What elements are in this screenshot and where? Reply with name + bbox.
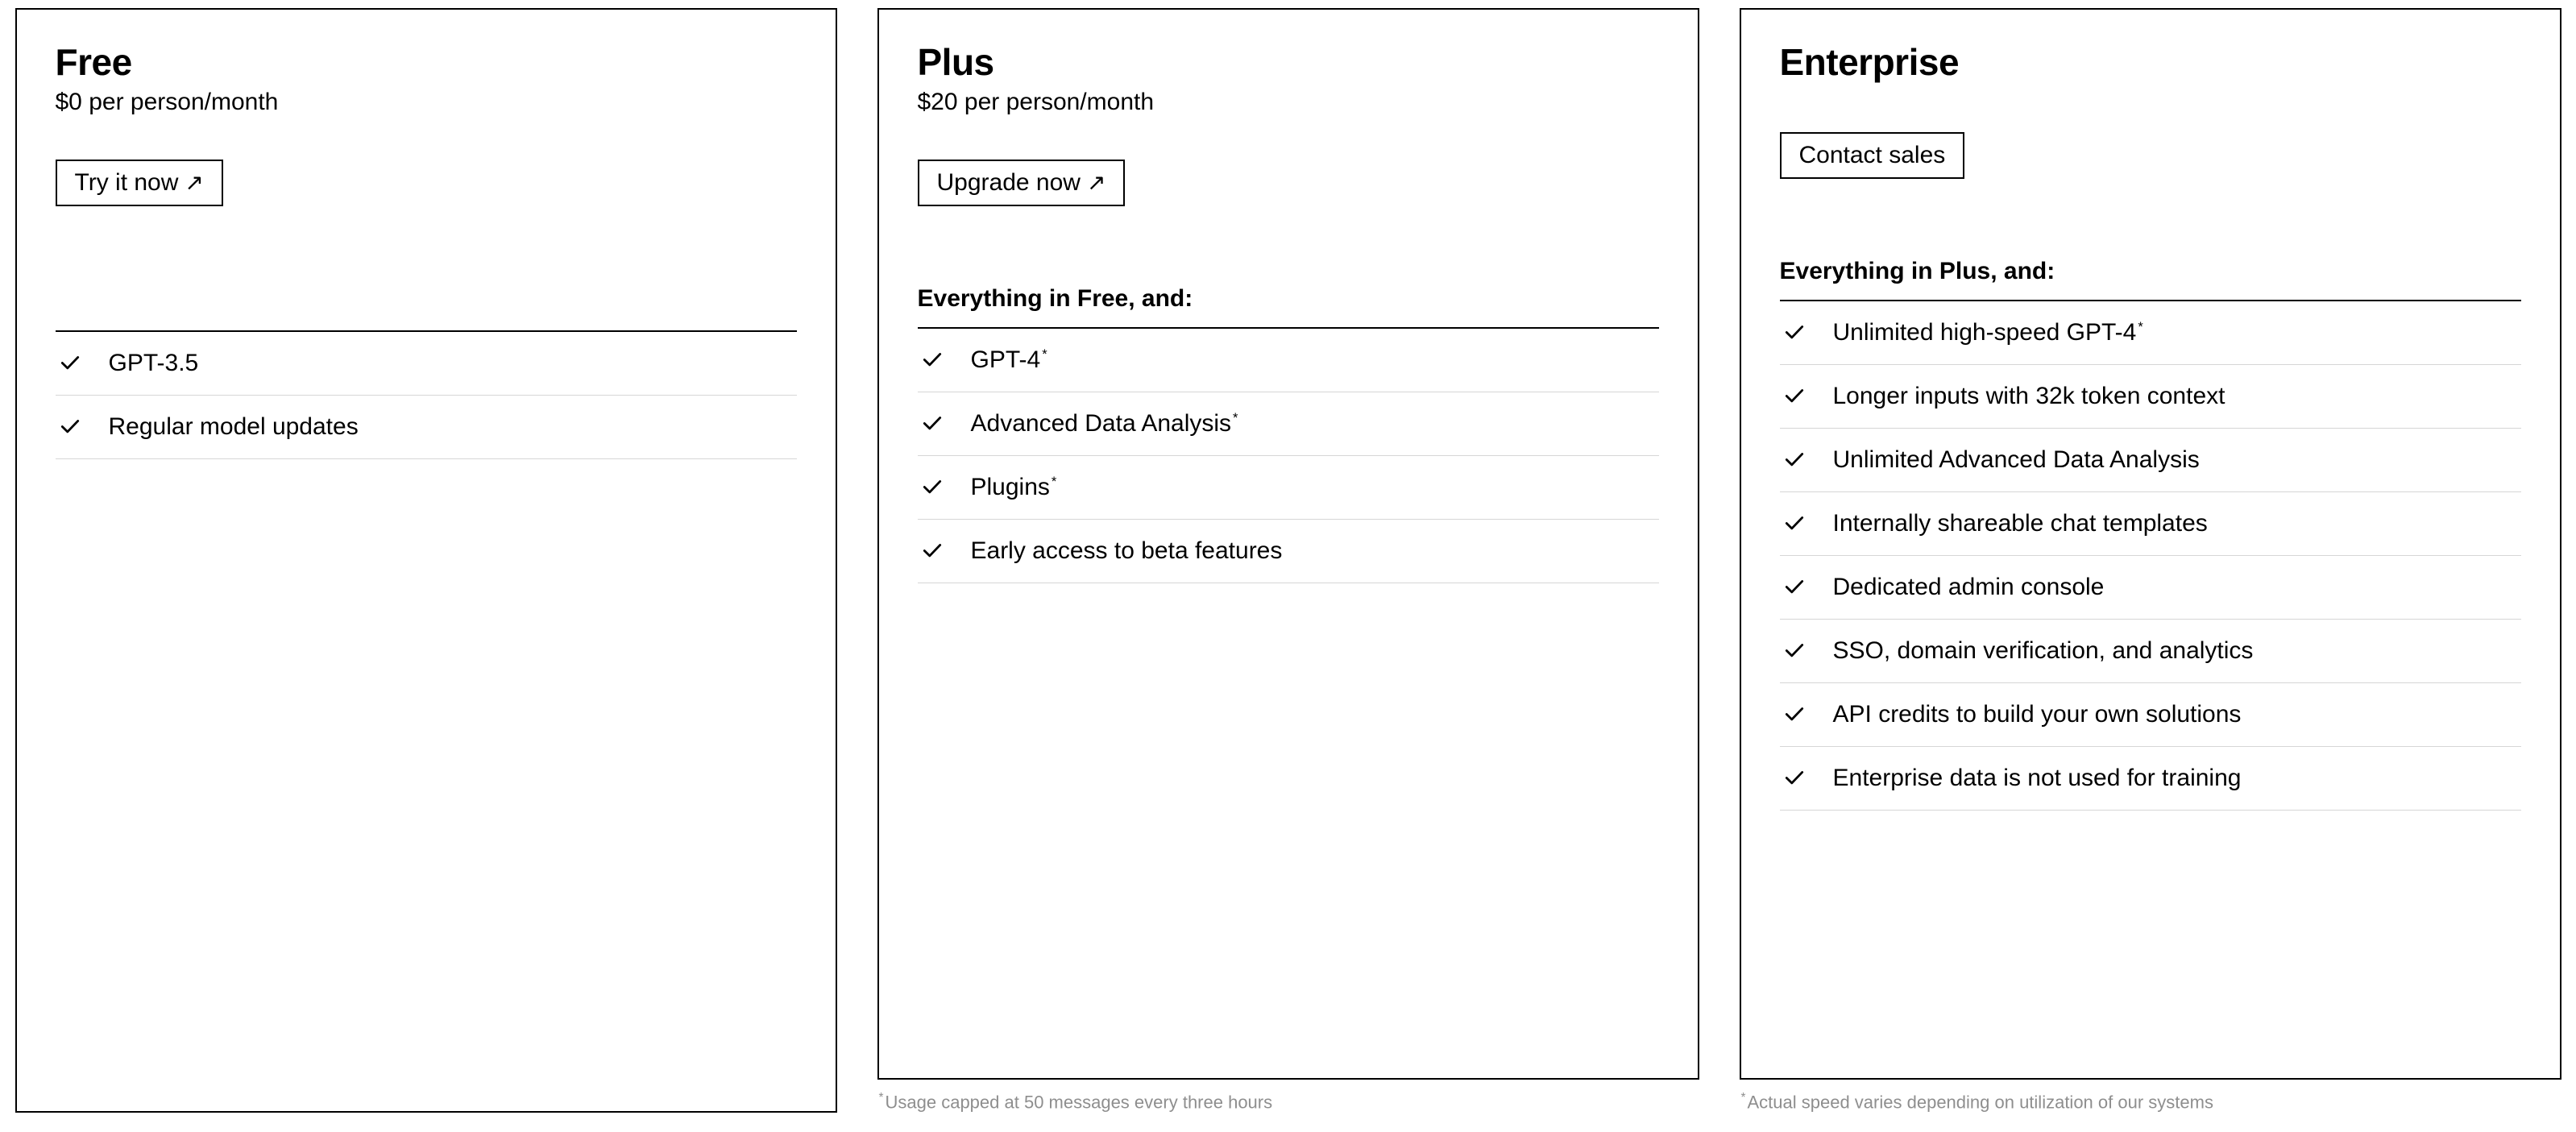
feature-text: Dedicated admin console <box>1833 574 2105 601</box>
feature-item: API credits to build your own solutions <box>1780 683 2521 747</box>
plan-card: Plus $20 per person/month Upgrade now ↗ Ever… <box>877 8 1699 1080</box>
feature-list: Unlimited high-speed GPT-4* Longer inputs… <box>1780 301 2521 811</box>
check-icon <box>59 416 81 438</box>
plan-card: Free $0 per person/month Try it now ↗ GPT-3.… <box>15 8 837 1113</box>
asterisk-icon: * <box>2138 320 2143 334</box>
check-icon <box>921 413 944 435</box>
plan-cta-button[interactable]: Upgrade now ↗ <box>918 160 1126 206</box>
plan-cta-label: Try it now <box>75 169 179 197</box>
feature-text: Advanced Data Analysis* <box>971 410 1238 437</box>
check-icon <box>1783 703 1806 726</box>
check-icon <box>921 540 944 562</box>
check-icon <box>1783 449 1806 471</box>
feature-text: SSO, domain verification, and analytics <box>1833 637 2254 665</box>
feature-item: Advanced Data Analysis* <box>918 392 1659 456</box>
footnote-text: Actual speed varies depending on utiliza… <box>1748 1092 2213 1112</box>
plan-title: Free <box>56 40 797 84</box>
feature-text: API credits to build your own solutions <box>1833 701 2242 728</box>
plan-cta-button[interactable]: Contact sales <box>1780 132 1965 179</box>
features-header: Everything in Plus, and: <box>1780 258 2521 301</box>
features-header-spacer <box>56 285 797 332</box>
plan-column-plus: Plus $20 per person/month Upgrade now ↗ Ever… <box>877 8 1699 1113</box>
feature-item: Unlimited Advanced Data Analysis <box>1780 429 2521 492</box>
check-icon <box>1783 385 1806 408</box>
plan-column-free: Free $0 per person/month Try it now ↗ GPT-3.… <box>15 8 837 1113</box>
feature-item: Regular model updates <box>56 396 797 459</box>
asterisk-icon: * <box>1052 475 1056 489</box>
feature-text: Unlimited high-speed GPT-4* <box>1833 319 2143 346</box>
feature-text: GPT-3.5 <box>109 350 199 377</box>
feature-text: Unlimited Advanced Data Analysis <box>1833 446 2200 474</box>
feature-text: Early access to beta features <box>971 537 1283 565</box>
plan-price: $20 per person/month <box>918 89 1659 116</box>
asterisk-icon: * <box>879 1091 884 1105</box>
asterisk-icon: * <box>1741 1091 1746 1105</box>
plan-title: Enterprise <box>1780 40 2521 84</box>
feature-text: GPT-4* <box>971 346 1047 374</box>
check-icon <box>1783 512 1806 535</box>
check-icon <box>1783 640 1806 662</box>
feature-item: Unlimited high-speed GPT-4* <box>1780 301 2521 365</box>
plan-footnote: *Actual speed varies depending on utiliz… <box>1740 1091 2561 1113</box>
check-icon <box>1783 576 1806 599</box>
check-icon <box>921 476 944 499</box>
feature-list: GPT-3.5 Regular model updates <box>56 332 797 459</box>
features-header: Everything in Free, and: <box>918 285 1659 329</box>
arrow-icon: ↗ <box>1087 172 1105 194</box>
feature-text: Regular model updates <box>109 413 359 441</box>
feature-text: Enterprise data is not used for training <box>1833 765 2242 792</box>
plan-cta-button[interactable]: Try it now ↗ <box>56 160 223 206</box>
plan-title: Plus <box>918 40 1659 84</box>
arrow-icon: ↗ <box>185 172 203 194</box>
check-icon <box>59 352 81 375</box>
feature-item: Dedicated admin console <box>1780 556 2521 620</box>
check-icon <box>1783 767 1806 790</box>
plan-footnote: *Usage capped at 50 messages every three… <box>877 1091 1699 1113</box>
feature-text: Plugins* <box>971 474 1057 501</box>
feature-text: Longer inputs with 32k token context <box>1833 383 2225 410</box>
feature-item: Longer inputs with 32k token context <box>1780 365 2521 429</box>
footnote-text: Usage capped at 50 messages every three … <box>886 1092 1273 1112</box>
asterisk-icon: * <box>1233 411 1238 425</box>
pricing-container: Free $0 per person/month Try it now ↗ GPT-3.… <box>8 8 2568 1113</box>
feature-item: Internally shareable chat templates <box>1780 492 2521 556</box>
feature-item: GPT-4* <box>918 329 1659 392</box>
plan-price: $0 per person/month <box>56 89 797 116</box>
feature-list: GPT-4* Advanced Data Analysis* Plugins* Ear… <box>918 329 1659 583</box>
feature-item: Enterprise data is not used for training <box>1780 747 2521 811</box>
feature-item: GPT-3.5 <box>56 332 797 396</box>
feature-item: Plugins* <box>918 456 1659 520</box>
check-icon <box>921 349 944 371</box>
feature-text: Internally shareable chat templates <box>1833 510 2208 537</box>
plan-card: Enterprise Contact sales Everything in Plu… <box>1740 8 2561 1080</box>
plan-cta-label: Upgrade now <box>937 169 1081 197</box>
check-icon <box>1783 321 1806 344</box>
feature-item: Early access to beta features <box>918 520 1659 583</box>
asterisk-icon: * <box>1042 347 1047 362</box>
plan-cta-label: Contact sales <box>1799 142 1946 169</box>
feature-item: SSO, domain verification, and analytics <box>1780 620 2521 683</box>
plan-column-enterprise: Enterprise Contact sales Everything in Plu… <box>1740 8 2561 1113</box>
